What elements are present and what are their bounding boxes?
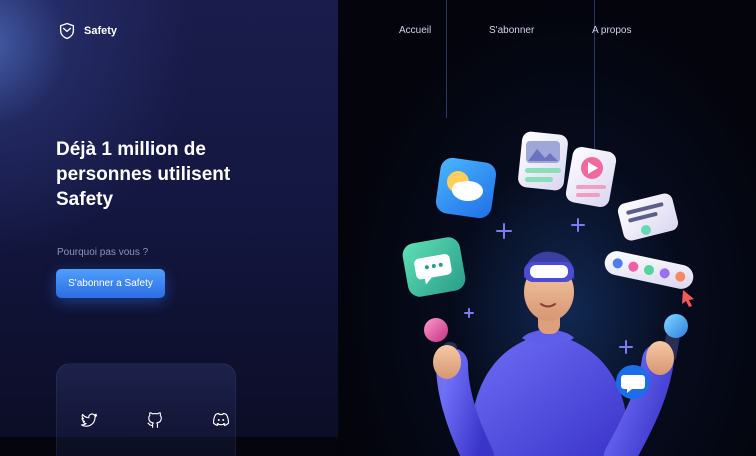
- brand-name: Safety: [84, 25, 118, 37]
- github-icon[interactable]: [146, 411, 164, 429]
- headline-line: personnes utilisent: [56, 164, 231, 185]
- social-card: [56, 363, 236, 456]
- landing-page: Safety Accueil S'abonner A propos Déjà 1…: [0, 0, 756, 456]
- shield-icon: [59, 22, 75, 40]
- nav-a-propos[interactable]: A propos: [592, 25, 631, 36]
- divider-line: [594, 0, 595, 152]
- hero-subtitle: Pourquoi pas vous ?: [57, 247, 149, 258]
- headline-line: Déjà 1 million de: [56, 139, 206, 160]
- nav-sabonner[interactable]: S'abonner: [489, 25, 534, 36]
- headline-line: Safety: [56, 189, 114, 210]
- subscribe-button[interactable]: S'abonner a Safety: [56, 269, 165, 298]
- discord-icon[interactable]: [212, 411, 230, 429]
- twitter-icon[interactable]: [80, 411, 98, 429]
- right-panel: [338, 0, 756, 456]
- nav-accueil[interactable]: Accueil: [399, 25, 431, 36]
- hero-headline: Déjà 1 million de personnes utilisent Sa…: [56, 137, 286, 212]
- brand-logo[interactable]: Safety: [58, 22, 117, 40]
- divider-line: [446, 0, 447, 118]
